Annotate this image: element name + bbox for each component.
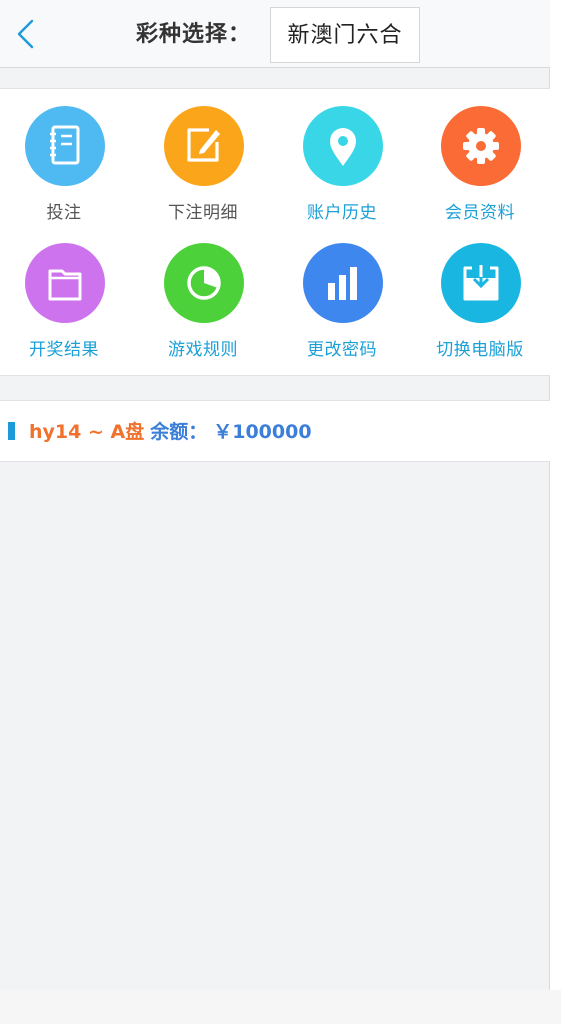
balance-label: 余额： xyxy=(150,421,208,443)
lottery-type-label: 彩种选择： xyxy=(136,22,252,47)
menu-item-bet-details[interactable]: 下注明细 xyxy=(134,89,272,223)
menu-grid: 投注 下注明细 账户历史 会员资料 开奖结果 游戏规则 更改密码 切换电脑版 xyxy=(0,88,550,376)
menu-item-label: 投注 xyxy=(46,203,82,223)
folder-icon xyxy=(25,243,105,323)
menu-item-member-info[interactable]: 会员资料 xyxy=(411,89,549,223)
menu-item-change-password[interactable]: 更改密码 xyxy=(273,226,411,360)
download-icon xyxy=(441,243,521,323)
notebook-icon xyxy=(25,106,105,186)
menu-item-label: 开奖结果 xyxy=(29,340,99,360)
gear-icon xyxy=(441,106,521,186)
account-username: hy14 ~ A盘 xyxy=(29,421,145,443)
menu-item-desktop-version[interactable]: 切换电脑版 xyxy=(411,226,549,360)
balance-value: ￥100000 xyxy=(213,421,312,443)
menu-item-label: 会员资料 xyxy=(445,203,515,223)
top-bar: 彩种选择： 新澳门六合 xyxy=(0,0,550,68)
pie-chart-icon xyxy=(164,243,244,323)
bottom-band xyxy=(0,990,561,1024)
account-summary: hy14 ~ A盘 余额： ￥100000 xyxy=(0,400,550,462)
lottery-type-select[interactable]: 新澳门六合 xyxy=(270,7,420,63)
location-pin-icon xyxy=(303,106,383,186)
menu-item-label: 更改密码 xyxy=(307,340,377,360)
menu-item-bet[interactable]: 投注 xyxy=(0,89,133,223)
account-info: hy14 ~ A盘 余额： ￥100000 xyxy=(29,401,312,463)
back-button[interactable] xyxy=(8,14,48,54)
accent-marker xyxy=(8,422,15,440)
menu-item-label: 账户历史 xyxy=(307,203,377,223)
menu-item-label: 切换电脑版 xyxy=(436,340,524,360)
menu-item-label: 下注明细 xyxy=(168,203,238,223)
menu-item-account-history[interactable]: 账户历史 xyxy=(273,89,411,223)
menu-item-draw-results[interactable]: 开奖结果 xyxy=(0,226,133,360)
menu-item-game-rules[interactable]: 游戏规则 xyxy=(134,226,272,360)
menu-item-label: 游戏规则 xyxy=(168,340,238,360)
bar-chart-icon xyxy=(303,243,383,323)
chevron-left-icon xyxy=(17,19,34,49)
edit-icon xyxy=(164,106,244,186)
